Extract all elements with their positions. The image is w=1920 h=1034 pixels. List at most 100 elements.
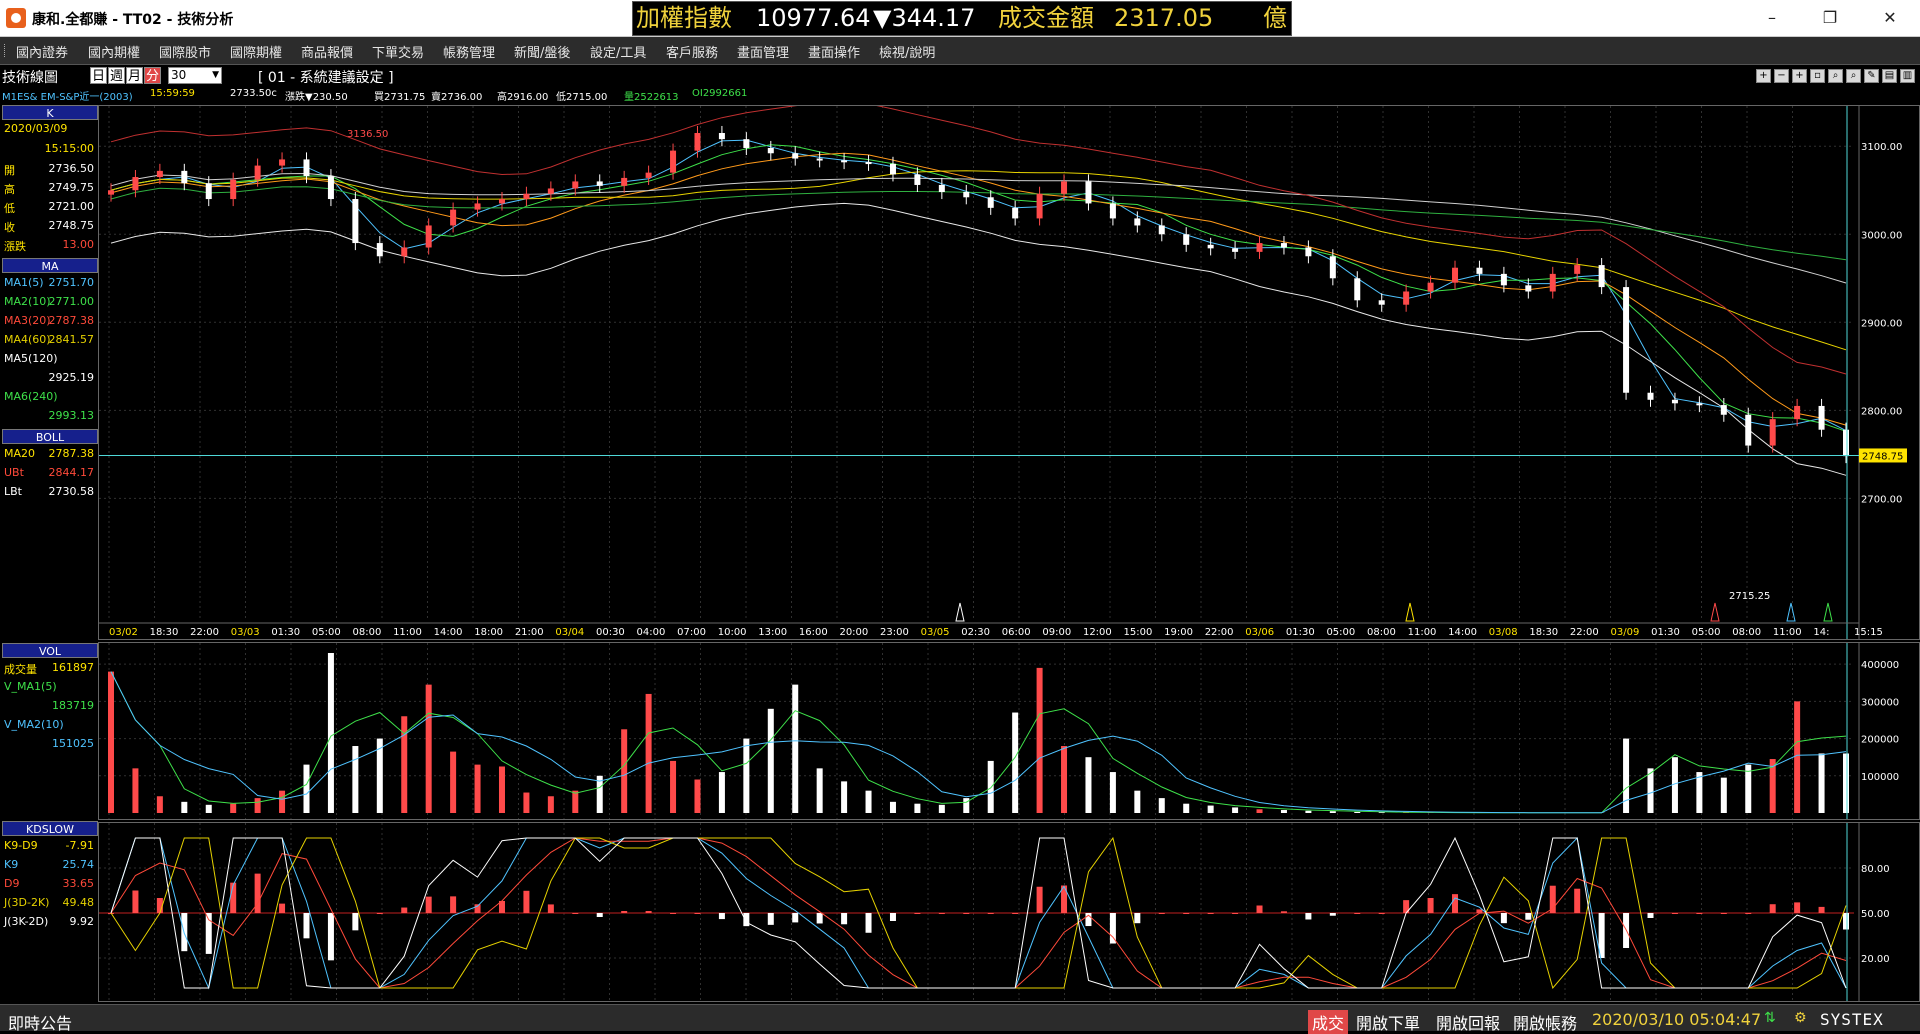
time-axis-label: 07:00 — [677, 627, 706, 638]
time-axis-label: 15:00 — [1124, 627, 1153, 638]
ohlc-change-label: 漲跌 — [4, 238, 26, 254]
kd-diff-bar — [1745, 913, 1751, 914]
quote-change: 漲跌▼230.50 — [285, 88, 348, 103]
kd-diff-bar — [1721, 913, 1727, 914]
kd-diff-bar — [1696, 913, 1702, 914]
boll-lb-row: LBt2730.58 — [2, 484, 96, 500]
minimize-button[interactable]: – — [1752, 4, 1792, 32]
index-value: 10977.64 — [756, 2, 871, 35]
vma2-label: V_MA2(10) — [4, 718, 64, 731]
candle-body — [523, 194, 529, 199]
search-icon[interactable]: ⌕ — [1828, 69, 1843, 83]
signal-marker-icon — [1711, 603, 1719, 621]
ma2-row: MA2(10)2771.00 — [2, 294, 96, 310]
candle-body — [1648, 393, 1654, 400]
vma1-line — [111, 672, 1846, 813]
boll-ma-row: MA202787.38 — [2, 446, 96, 462]
volume-bar — [719, 772, 725, 813]
j1-value: 49.48 — [63, 896, 95, 909]
price-axis-label: 2700.00 — [1861, 494, 1902, 505]
time-axis-label: 14:00 — [1448, 627, 1477, 638]
price-axis-label: 3000.00 — [1861, 230, 1902, 241]
shrink-icon[interactable]: ▫ — [1810, 69, 1825, 83]
kd-diff-bar — [719, 913, 725, 919]
magnify-icon[interactable]: ⌕ — [1846, 69, 1861, 83]
volume-bar — [157, 796, 163, 813]
volume-bar — [1012, 713, 1018, 813]
period-month-button[interactable]: 月 — [126, 67, 143, 84]
menu-item-accounts[interactable]: 帳務管理 — [443, 42, 495, 61]
time-axis-label: 15:15 — [1854, 627, 1883, 638]
volume-chart-panel: 400000300000200000100000 — [98, 642, 1920, 820]
price-chart[interactable]: 3100.003000.002900.002800.002700.002748.… — [99, 106, 1919, 639]
signal-icon: ⇅ — [1764, 1010, 1776, 1026]
volume-bar — [1354, 812, 1360, 813]
open-order-button[interactable]: 開啟下單 — [1356, 1010, 1420, 1034]
time-axis-label: 05:00 — [1692, 627, 1721, 638]
kd-diff-bar — [1574, 889, 1580, 913]
menu-item-screen-mgmt[interactable]: 畫面管理 — [737, 42, 789, 61]
menu-item-trading[interactable]: 下單交易 — [372, 42, 424, 61]
zoom-in-icon[interactable]: + — [1792, 69, 1807, 83]
time-axis-label: 03/08 — [1489, 627, 1518, 638]
time-axis-label: 03/04 — [555, 627, 584, 638]
bulletin-label[interactable]: 即時公告 — [8, 1010, 72, 1034]
kd-diff-row: K9-D9-7.91 — [2, 838, 96, 854]
ma6-value: 2993.13 — [49, 409, 95, 422]
draw-icon[interactable]: ✎ — [1864, 69, 1879, 83]
indicator-setting-label[interactable]: [ 01 - 系統建議設定 ] — [258, 67, 394, 87]
menu-item-support[interactable]: 客戶服務 — [666, 42, 718, 61]
kd-diff-bar — [1794, 902, 1800, 913]
volume-chart[interactable]: 400000300000200000100000 — [99, 643, 1919, 819]
time-axis-label: 11:00 — [1408, 627, 1437, 638]
interval-select[interactable]: 30 — [168, 67, 222, 84]
period-day-button[interactable]: 日 — [90, 67, 107, 84]
ma2-line — [111, 145, 1846, 432]
candle-body — [1794, 406, 1800, 419]
menu-item-quotes[interactable]: 商品報價 — [301, 42, 353, 61]
candle-body — [1232, 248, 1238, 252]
kd-chart[interactable]: 80.0050.0020.00 — [99, 823, 1919, 1001]
quote-oi: OI2992661 — [692, 88, 747, 99]
time-axis-label: 11:00 — [393, 627, 422, 638]
open-account-button[interactable]: 開啟帳務 — [1513, 1010, 1577, 1034]
maximize-button[interactable]: ❐ — [1810, 4, 1850, 32]
title-bar: 康和.全都賺 - TT02 - 技術分析 加權指數 10977.64 ▼344.… — [0, 0, 1920, 37]
zoom-out-icon[interactable]: − — [1774, 69, 1789, 83]
ohlc-change-value: 13.00 — [63, 238, 95, 251]
kd-diff-bar — [1159, 913, 1165, 914]
menu-item-intl-futures[interactable]: 國際期權 — [230, 42, 282, 61]
menu-item-settings[interactable]: 設定/工具 — [590, 42, 646, 61]
menu-item-intl-stocks[interactable]: 國際股市 — [159, 42, 211, 61]
menu-item-view-help[interactable]: 檢視/說明 — [879, 42, 935, 61]
vma2-line — [111, 672, 1846, 813]
menu-item-news[interactable]: 新聞/盤後 — [514, 42, 570, 61]
volume-bar — [352, 746, 358, 813]
time-axis-label: 18:00 — [474, 627, 503, 638]
volume-bar — [963, 798, 969, 813]
volume-bar — [401, 716, 407, 813]
volume-bar — [768, 709, 774, 813]
kd-diff-bar — [426, 897, 432, 913]
menu-item-screen-ops[interactable]: 畫面操作 — [808, 42, 860, 61]
settings-gear-icon[interactable]: ⚙ — [1794, 1010, 1807, 1026]
period-week-button[interactable]: 週 — [108, 67, 125, 84]
save-icon[interactable]: ▤ — [1882, 69, 1897, 83]
candle-body — [1012, 208, 1018, 219]
period-minute-button[interactable]: 分 — [144, 67, 161, 84]
menu-item-domestic-futures[interactable]: 國內期權 — [88, 42, 140, 61]
volume-bar — [548, 796, 554, 813]
menu-item-domestic-securities[interactable]: 國內證券 — [16, 42, 68, 61]
trade-indicator[interactable]: 成交 — [1308, 1010, 1348, 1034]
print-icon[interactable]: ▥ — [1900, 69, 1915, 83]
open-report-button[interactable]: 開啟回報 — [1436, 1010, 1500, 1034]
d9-row: D933.65 — [2, 876, 96, 892]
volume-bar — [792, 685, 798, 813]
time-axis-label: 22:00 — [1570, 627, 1599, 638]
ma6-value-row: 2993.13 — [2, 408, 96, 424]
vma1-value: 183719 — [52, 699, 94, 712]
quote-price: 2733.50c — [230, 88, 277, 99]
kd-diff-bar — [352, 913, 358, 930]
close-button[interactable]: ✕ — [1870, 4, 1910, 32]
crosshair-icon[interactable]: + — [1756, 69, 1771, 83]
